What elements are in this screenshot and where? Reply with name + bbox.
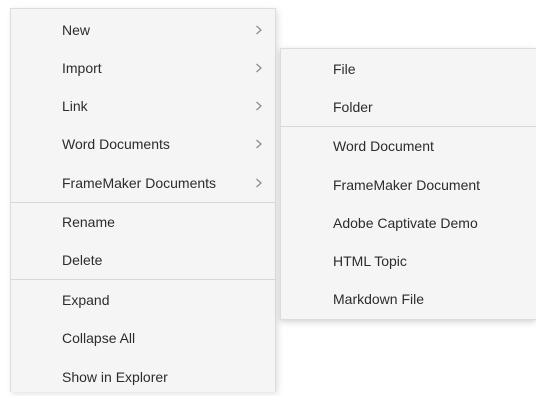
submenu-item-label: File — [333, 61, 356, 77]
submenu: File Folder Word Document FrameMaker Doc… — [280, 48, 536, 320]
submenu-item-html-topic[interactable]: HTML Topic — [281, 242, 536, 280]
submenu-item-markdown-file[interactable]: Markdown File — [281, 280, 536, 318]
menu-item-label: Delete — [62, 252, 103, 268]
submenu-item-label: Folder — [333, 99, 373, 115]
chevron-right-icon — [253, 49, 265, 87]
chevron-right-icon — [253, 87, 265, 125]
menu-item-label: FrameMaker Documents — [62, 175, 217, 191]
menu-item-collapse-all[interactable]: Collapse All — [11, 319, 275, 357]
submenu-item-file[interactable]: File — [281, 50, 536, 88]
context-menu: New Import Link Word Documents FrameMake… — [10, 8, 276, 392]
chevron-right-icon — [253, 125, 265, 163]
menu-item-word-documents[interactable]: Word Documents — [11, 125, 275, 163]
menu-item-new[interactable]: New — [11, 11, 275, 49]
menu-item-label: Show in Explorer — [62, 369, 168, 385]
submenu-item-framemaker-document[interactable]: FrameMaker Document — [281, 166, 536, 204]
menu-item-framemaker-documents[interactable]: FrameMaker Documents — [11, 164, 275, 202]
chevron-right-icon — [253, 164, 265, 202]
menu-item-expand[interactable]: Expand — [11, 281, 275, 319]
menu-item-delete[interactable]: Delete — [11, 241, 275, 279]
menu-separator — [11, 279, 275, 280]
menu-item-import[interactable]: Import — [11, 49, 275, 87]
submenu-item-label: HTML Topic — [333, 253, 407, 269]
submenu-item-folder[interactable]: Folder — [281, 88, 536, 126]
menu-item-rename[interactable]: Rename — [11, 203, 275, 241]
menu-item-label: Link — [62, 98, 88, 114]
submenu-item-word-document[interactable]: Word Document — [281, 127, 536, 165]
menu-item-label: Collapse All — [62, 330, 136, 346]
submenu-item-adobe-captivate-demo[interactable]: Adobe Captivate Demo — [281, 204, 536, 242]
menu-item-label: Import — [62, 60, 102, 76]
submenu-item-label: Adobe Captivate Demo — [333, 215, 478, 231]
menu-item-link[interactable]: Link — [11, 87, 275, 125]
menu-item-label: New — [62, 22, 91, 38]
menu-item-label: Rename — [62, 214, 115, 230]
menu-item-label: Word Documents — [62, 136, 170, 152]
menu-item-show-in-explorer[interactable]: Show in Explorer — [11, 358, 275, 396]
submenu-item-label: Markdown File — [333, 291, 425, 307]
submenu-item-label: Word Document — [333, 138, 434, 154]
menu-item-label: Expand — [62, 292, 110, 308]
chevron-right-icon — [253, 11, 265, 49]
submenu-item-label: FrameMaker Document — [333, 177, 481, 193]
